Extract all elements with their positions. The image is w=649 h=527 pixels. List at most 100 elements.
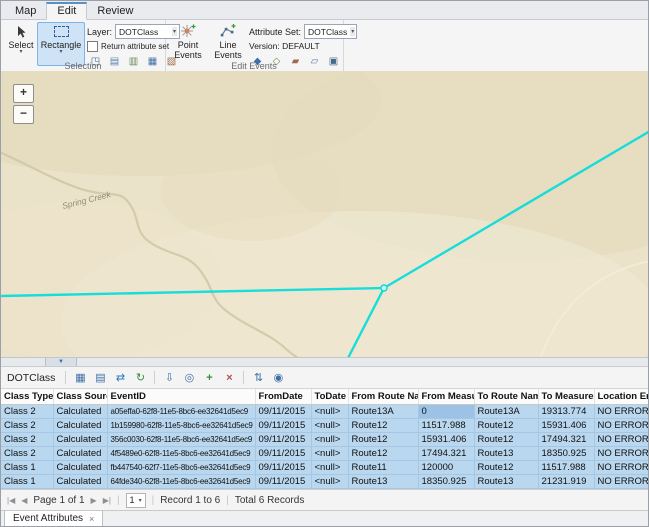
line-events-label: Line Events xyxy=(210,40,246,61)
cell: 11517.988 xyxy=(418,419,474,433)
collapse-panel-tab[interactable]: ▼ xyxy=(45,358,77,366)
cell: Class 2 xyxy=(1,433,53,447)
line-event-icon xyxy=(220,23,236,40)
column-from-measure[interactable]: From Measure xyxy=(418,389,474,405)
ribbon-group-selection: Select ▾ Rectangle ▾ Layer: DOTClass ▾ R… xyxy=(1,20,166,71)
cell: NO ERROR xyxy=(594,447,649,461)
cell: 64fde340-62f8-11e5-8bc6-ee32641d5ec9 xyxy=(107,475,255,489)
sort-records-icon[interactable]: ⇅ xyxy=(249,369,267,386)
zoom-in-button[interactable]: + xyxy=(13,84,34,103)
toolbar-separator xyxy=(154,371,155,384)
table-header-row: Class Type Class Source EventID FromDate… xyxy=(1,389,649,405)
column-to-route-name[interactable]: To Route Name xyxy=(474,389,538,405)
cell: 09/11/2015 xyxy=(255,419,311,433)
line-events-button[interactable]: Line Events xyxy=(209,22,247,66)
cell: Calculated xyxy=(53,447,107,461)
table-row[interactable]: Class 1 Calculated 64fde340-62f8-11e5-8b… xyxy=(1,475,649,489)
delete-record-icon[interactable]: × xyxy=(220,369,238,386)
cell: Route11 xyxy=(348,461,418,475)
cell: Class 2 xyxy=(1,419,53,433)
attribute-set-dropdown-value: DOTClass xyxy=(308,27,347,37)
column-class-source[interactable]: Class Source xyxy=(53,389,107,405)
cell: Calculated xyxy=(53,475,107,489)
previous-page-button[interactable]: ◀ xyxy=(21,496,27,505)
attribute-set-dropdown[interactable]: DOTClass ▾ xyxy=(304,24,357,39)
select-cursor-icon xyxy=(15,23,27,40)
panel-tabbar: Event Attributes × xyxy=(1,510,649,527)
cell: 09/11/2015 xyxy=(255,447,311,461)
tab-event-attributes[interactable]: Event Attributes × xyxy=(4,511,103,527)
map-view[interactable]: Spring Creek + − xyxy=(1,71,649,357)
route-junction-marker[interactable] xyxy=(381,285,387,291)
cell: NO ERROR xyxy=(594,405,649,419)
cell: Calculated xyxy=(53,433,107,447)
event-editor-window: Map Edit Review Select ▾ Rectangle ▾ L xyxy=(0,0,649,527)
panel-splitter[interactable]: ▼ xyxy=(1,357,649,367)
save-edits-icon[interactable]: ⇩ xyxy=(160,369,178,386)
refresh-icon[interactable]: ↻ xyxy=(131,369,149,386)
add-record-icon[interactable]: + xyxy=(200,369,218,386)
select-tool-button[interactable]: Select ▾ xyxy=(5,22,37,66)
cell: Class 1 xyxy=(1,461,53,475)
point-events-button[interactable]: Point Events xyxy=(169,22,207,66)
column-to-measure[interactable]: To Measure xyxy=(538,389,594,405)
switch-selection-icon[interactable]: ⇄ xyxy=(111,369,129,386)
cell: Route13A xyxy=(474,405,538,419)
pagination-separator: | xyxy=(117,495,120,506)
next-page-button[interactable]: ▶ xyxy=(91,496,97,505)
table-row[interactable]: Class 2 Calculated 4f5489e0-62f8-11e5-8b… xyxy=(1,447,649,461)
table-row[interactable]: Class 2 Calculated 356c0030-62f8-11e5-8b… xyxy=(1,433,649,447)
close-icon[interactable]: × xyxy=(89,514,94,524)
table-row[interactable]: Class 2 Calculated 1b159980-62f8-11e5-8b… xyxy=(1,419,649,433)
return-attribute-set-label: Return attribute set xyxy=(101,42,169,51)
cell: Class 1 xyxy=(1,475,53,489)
column-todate[interactable]: ToDate xyxy=(311,389,348,405)
cell: 15931.406 xyxy=(418,433,474,447)
cell: Route12 xyxy=(348,419,418,433)
tab-edit[interactable]: Edit xyxy=(46,2,87,20)
cell: 19313.774 xyxy=(538,405,594,419)
table-row[interactable]: Class 2 Calculated a05effa0-62f8-11e5-8b… xyxy=(1,405,649,419)
chevron-down-icon: ▾ xyxy=(19,50,22,55)
chevron-down-icon: ▾ xyxy=(59,50,62,55)
cell: Route13 xyxy=(474,475,538,489)
cell: 4f5489e0-62f8-11e5-8bc6-ee32641d5ec9 xyxy=(107,447,255,461)
center-on-selection-icon[interactable]: ◉ xyxy=(269,369,287,386)
point-event-icon xyxy=(180,23,196,40)
toolbar-separator xyxy=(65,371,66,384)
show-all-records-icon[interactable]: ▤ xyxy=(91,369,109,386)
cell: <null> xyxy=(311,475,348,489)
map-canvas: Spring Creek xyxy=(1,71,649,357)
zoom-to-selection-icon[interactable]: ◎ xyxy=(180,369,198,386)
cell: 15931.406 xyxy=(538,419,594,433)
layer-label: Layer: xyxy=(87,27,112,37)
zoom-out-button[interactable]: − xyxy=(13,105,34,124)
cell: <null> xyxy=(311,461,348,475)
ribbon-group-edit-events: Point Events Line Events Attribute Set: xyxy=(165,20,344,71)
column-class-type[interactable]: Class Type xyxy=(1,389,53,405)
first-page-button[interactable]: |◀ xyxy=(7,496,15,505)
cell: 356c0030-62f8-11e5-8bc6-ee32641d5ec9 xyxy=(107,433,255,447)
cell: 21231.919 xyxy=(538,475,594,489)
last-page-button[interactable]: ▶| xyxy=(103,496,111,505)
chevron-down-icon: ▾ xyxy=(350,27,355,36)
checkbox-icon xyxy=(87,41,98,52)
cell: 09/11/2015 xyxy=(255,461,311,475)
attribute-table-toolbar: DOTClass ▦ ▤ ⇄ ↻ ⇩ ◎ + × ⇅ ◉ xyxy=(1,367,649,389)
rectangle-marquee-icon xyxy=(54,23,69,40)
column-from-route-name[interactable]: From Route Name xyxy=(348,389,418,405)
rectangle-select-button[interactable]: Rectangle ▾ xyxy=(37,22,85,66)
column-location-error[interactable]: Location Error xyxy=(594,389,649,405)
tab-review[interactable]: Review xyxy=(87,2,143,19)
column-fromdate[interactable]: FromDate xyxy=(255,389,311,405)
page-size-dropdown[interactable]: 1 ▾ xyxy=(126,493,146,508)
event-attributes-table: Class Type Class Source EventID FromDate… xyxy=(1,389,649,489)
table-row[interactable]: Class 1 Calculated fb447540-62f7-11e5-8b… xyxy=(1,461,649,475)
cell: Class 2 xyxy=(1,447,53,461)
cell: Route12 xyxy=(348,433,418,447)
cell: <null> xyxy=(311,419,348,433)
tab-map[interactable]: Map xyxy=(5,2,46,19)
show-selected-records-icon[interactable]: ▦ xyxy=(71,369,89,386)
return-attribute-set-checkbox[interactable]: Return attribute set xyxy=(87,41,169,52)
column-eventid[interactable]: EventID xyxy=(107,389,255,405)
